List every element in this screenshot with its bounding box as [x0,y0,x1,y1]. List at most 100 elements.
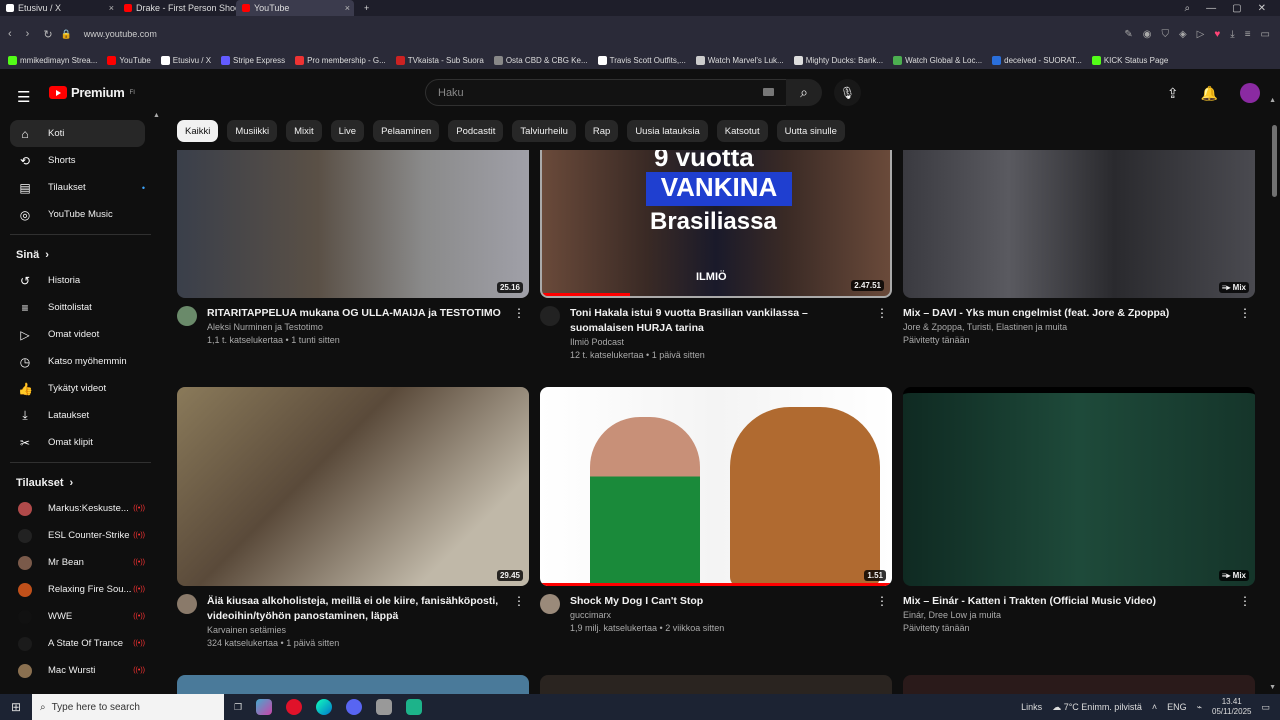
channel-avatar[interactable] [177,306,197,326]
bookmark-item[interactable]: Osta CBD & CBG Ke... [493,56,588,65]
app-icon[interactable] [406,699,423,715]
video-channel[interactable]: Aleksi Nurminen ja Testotimo [207,322,507,332]
edge-icon[interactable] [316,699,333,715]
video-card[interactable]: ≡▸ Mix Mix – DAVI - Yks mun cngelmist (fe… [903,150,1255,345]
video-channel[interactable]: Einár, Dree Low ja muita [903,610,1203,620]
bookmark-item[interactable]: deceived - SUORAT... [992,56,1082,65]
camera-icon[interactable]: ◉ [1143,29,1152,40]
video-channel[interactable]: guccimarx [570,610,870,620]
account-avatar[interactable] [1240,83,1260,103]
video-channel[interactable]: Jore & Zpoppa, Turisti, Elastinen ja mui… [903,322,1203,332]
hamburger-menu-icon[interactable]: ☰ [17,88,30,106]
video-card[interactable]: 25.16 RITARITAPPELUA mukana OG ULLA-MAIJA… [177,150,529,345]
sidebar-item-you[interactable]: ⤓ Lataukset [10,402,145,429]
channel-avatar[interactable] [177,594,197,614]
sidebar-item-you[interactable]: ▷ Omat videot [10,321,145,348]
video-title[interactable]: Äiä kiusaa alkoholisteja, meillä ei ole … [207,594,507,624]
language-indicator[interactable]: ENG [1167,702,1187,712]
video-title[interactable]: Shock My Dog I Can't Stop [570,594,870,609]
more-options-icon[interactable]: ⋮ [876,594,888,608]
heart-icon[interactable]: ♥ [1214,29,1220,40]
sidebar-item-koti[interactable]: ⌂ Koti [10,120,145,147]
sidebar-item-you[interactable]: ✂ Omat klipit [10,429,145,456]
extension-icon[interactable]: ◈ [1179,29,1187,40]
edit-icon[interactable]: ✎ [1124,29,1132,40]
search-input[interactable]: Haku [425,79,787,106]
video-title[interactable]: Mix – Einár - Katten i Trakten (Official… [903,594,1203,609]
upload-icon[interactable]: ⇪ [1167,85,1179,102]
video-title[interactable]: Toni Hakala istui 9 vuotta Brasilian van… [570,306,870,336]
bookmark-item[interactable]: TVkaista - Sub Suora [395,56,484,65]
subscription-item[interactable]: A State Of Trance ((•)) [10,630,145,657]
search-tabs-icon[interactable]: ⌕ [1185,3,1191,14]
bookmark-item[interactable]: Mighty Ducks: Bank... [793,56,883,65]
video-card[interactable]: 29.45 Äiä kiusaa alkoholisteja, meillä ei… [177,387,529,648]
minimize-button[interactable]: — [1206,3,1216,14]
video-card[interactable]: 1.51 Shock My Dog I Can't Stop guccimarx 1,… [540,387,892,633]
sidebar-scroll-up-icon[interactable]: ▲ [153,112,160,119]
play-icon[interactable]: ▷ [1197,29,1205,40]
keyboard-icon[interactable] [763,88,774,96]
bookmark-item[interactable]: mmikedimayn Strea... [8,56,97,65]
sidebar-item-tilaukset[interactable]: ▤ Tilaukset • [10,174,145,201]
subscription-item[interactable]: WWE ((•)) [10,603,145,630]
bookmark-item[interactable]: Watch Marvel's Luk... [695,56,784,65]
sidebar-item-youtube-music[interactable]: ◎ YouTube Music [10,201,145,228]
reload-icon[interactable]: ↻ [43,28,52,41]
subscription-item[interactable]: Relaxing Fire Sou... ((•)) [10,576,145,603]
bookmark-item[interactable]: YouTube [107,56,151,65]
bookmark-item[interactable]: Pro membership - G... [295,56,386,65]
sidebar-item-you[interactable]: ↺ Historia [10,267,145,294]
filter-chip[interactable]: Uutta sinulle [776,120,845,142]
subscription-item[interactable]: Markus:Keskuste... ((•)) [10,495,145,522]
search-button[interactable]: ⌕ [786,79,822,106]
video-card[interactable]: ≡▸ Mix Mix – Einár - Katten i Trakten (Of… [903,387,1255,633]
video-card[interactable]: 9 vuotta VANKINA Brasiliassa ILMIÖ 2.47.51 To… [540,150,892,360]
browser-tab-drake[interactable]: Drake - First Person Shoot [118,0,236,16]
video-thumbnail[interactable]: 29.45 [177,387,529,586]
url-field[interactable]: www.youtube.com [84,29,157,39]
video-thumbnail[interactable]: 25.16 [177,150,529,298]
scroll-down-arrow[interactable]: ▼ [1269,684,1276,691]
new-tab-button[interactable]: + [354,3,369,13]
partial-video-thumbnail[interactable] [903,675,1255,695]
video-channel[interactable]: Karvainen setämies [207,625,507,635]
close-tab-icon[interactable]: × [109,3,114,13]
shield-icon[interactable]: ⛉ [1161,29,1169,40]
links-label[interactable]: Links [1021,702,1042,712]
subscription-item[interactable]: Mac Wursti ((•)) [10,657,145,684]
browser-tab-youtube[interactable]: YouTube × [236,0,354,16]
filter-chip[interactable]: Kaikki [177,120,219,142]
subscription-item[interactable]: Mr Bean ((•)) [10,549,145,576]
sidebar-item-you[interactable]: ≡ Soittolistat [10,294,145,321]
notifications-bell-icon[interactable]: 🔔 [1201,85,1218,102]
video-thumbnail[interactable]: 1.51 [540,387,892,586]
notification-center-icon[interactable]: ▭ [1261,702,1270,713]
sidebar-item-shorts[interactable]: ⟲ Shorts [10,147,145,174]
channel-avatar[interactable] [540,594,560,614]
sidebar-item-you[interactable]: 👍 Tykätyt videot [10,375,145,402]
copilot-icon[interactable] [256,699,273,715]
sidebar-item-you[interactable]: ◷ Katso myöhemmin [10,348,145,375]
filter-chip[interactable]: Uusia latauksia [627,120,708,142]
sidebar-subscriptions-heading[interactable]: Tilaukset › [0,469,163,495]
shield-app-icon[interactable] [376,699,393,715]
sidebar-you-heading[interactable]: Sinä › [0,241,163,267]
filter-chip[interactable]: Katsotut [716,120,768,142]
bookmark-item[interactable]: Stripe Express [221,56,285,65]
bookmark-item[interactable]: KICK Status Page [1091,56,1168,65]
filter-chip[interactable]: Musiikki [227,120,278,142]
youtube-premium-logo[interactable]: Premium FI [49,85,135,100]
more-options-icon[interactable]: ⋮ [513,594,525,608]
video-title[interactable]: Mix – DAVI - Yks mun cngelmist (feat. Jo… [903,306,1203,321]
bookmark-item[interactable]: Watch Global & Loc... [893,56,982,65]
browser-tab-x[interactable]: Etusivu / X × [0,0,118,16]
opera-icon[interactable] [286,699,303,715]
windows-start-icon[interactable]: ⊞ [0,700,32,714]
menu-icon[interactable]: ≡ [1245,29,1251,40]
close-tab-icon[interactable]: × [345,3,350,13]
bookmark-item[interactable]: Etusivu / X [160,56,211,65]
filter-chip[interactable]: Rap [584,120,619,142]
clock[interactable]: 13.41 05/11/2025 [1212,697,1251,717]
partial-video-thumbnail[interactable] [177,675,529,695]
